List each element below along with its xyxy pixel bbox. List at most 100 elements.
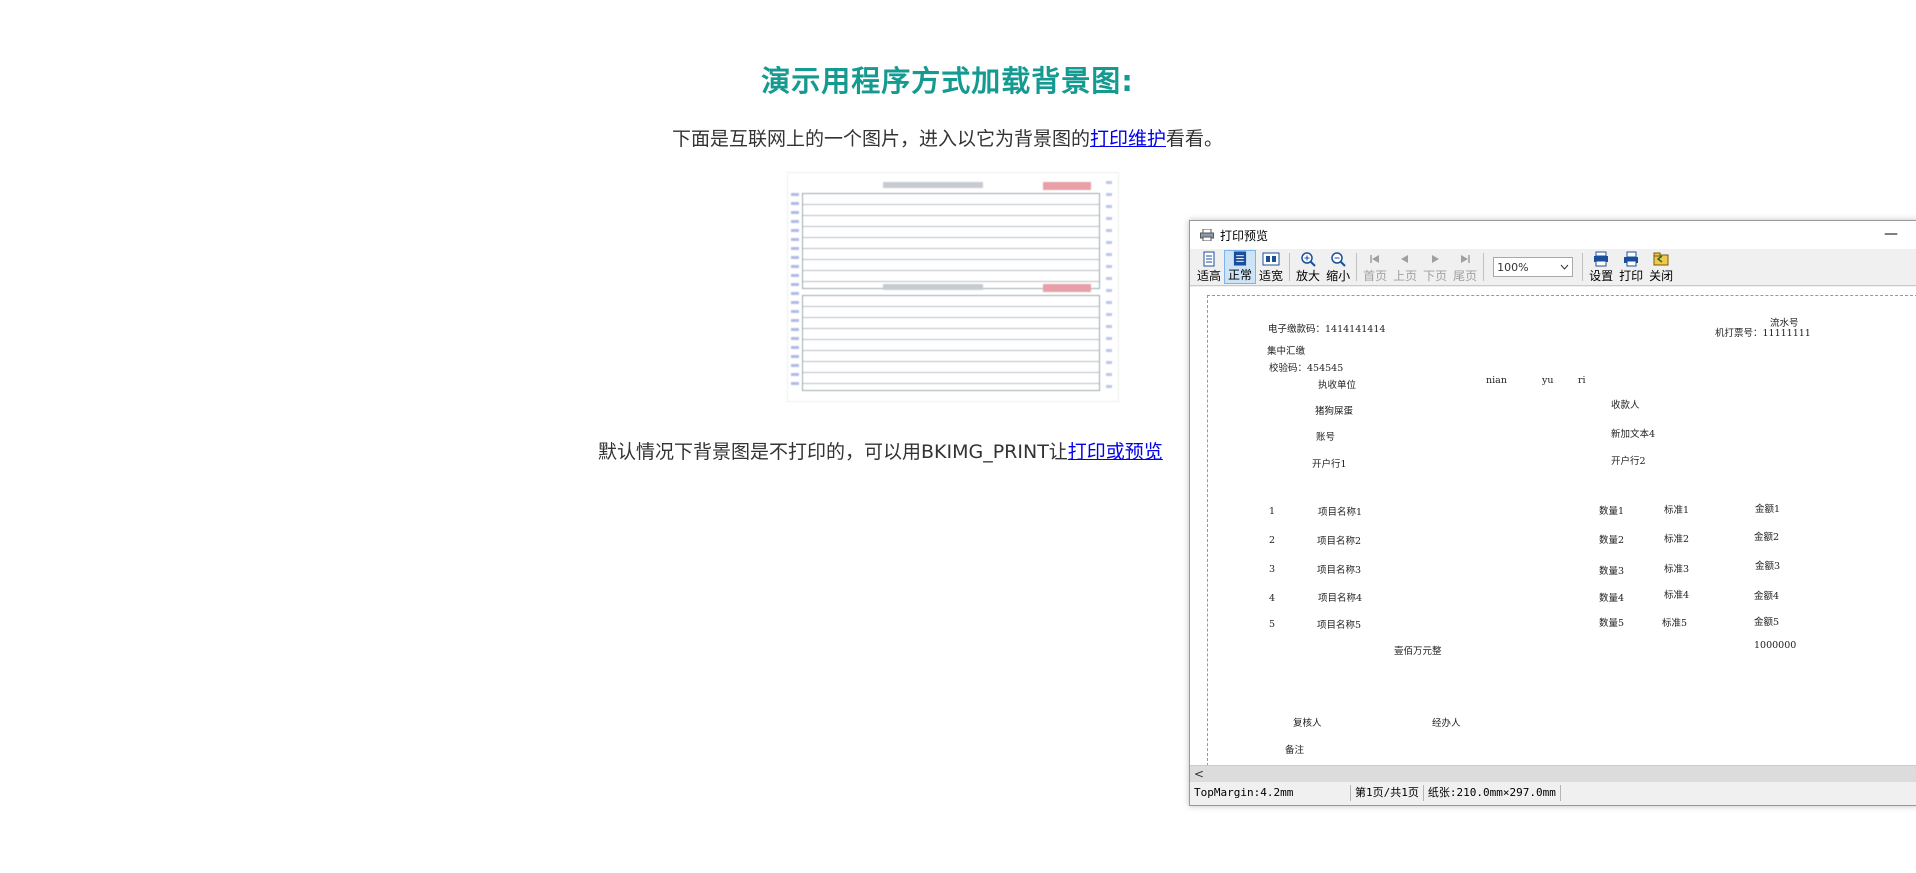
next-page-button[interactable]: 下页	[1420, 250, 1450, 284]
toolbar-separator	[1582, 253, 1584, 281]
date-year: nian	[1486, 375, 1507, 386]
print-maintenance-link[interactable]: 打印维护	[1090, 128, 1166, 150]
fit-height-button[interactable]: 适高	[1194, 250, 1224, 284]
horizontal-scrollbar[interactable]: <	[1190, 765, 1916, 782]
first-page-button[interactable]: 首页	[1360, 250, 1390, 284]
toolbar-separator	[1483, 253, 1485, 281]
extra-text4: 新加文本4	[1611, 429, 1656, 440]
fit-height-label: 适高	[1197, 268, 1222, 283]
e-payment-code: 电子缴款码：1414141414	[1268, 324, 1386, 335]
close-button[interactable]: 关闭	[1646, 250, 1676, 284]
row-std: 标准4	[1664, 590, 1690, 601]
close-label: 关闭	[1649, 268, 1674, 283]
row-no: 5	[1269, 619, 1276, 630]
print-button[interactable]: 打印	[1616, 250, 1646, 284]
print-icon	[1624, 251, 1639, 266]
prev-page-icon	[1401, 254, 1409, 263]
last-page-icon	[1461, 254, 1470, 263]
chevron-down-icon	[1560, 264, 1569, 270]
close-icon	[1653, 252, 1669, 265]
zoom-in-label: 放大	[1296, 268, 1321, 283]
prev-page-button[interactable]: 上页	[1390, 250, 1420, 284]
row-item: 项目名称2	[1317, 536, 1362, 547]
row-amount: 金额3	[1755, 561, 1781, 572]
reviewer: 复核人	[1293, 718, 1322, 729]
row-std: 标准5	[1662, 618, 1688, 629]
row-item: 项目名称3	[1317, 565, 1362, 576]
zoom-out-label: 缩小	[1326, 268, 1351, 283]
intro-before: 下面是互联网上的一个图片，进入以它为背景图的	[671, 128, 1090, 150]
status-paper: 纸张:210.0mm×297.0mm	[1424, 785, 1561, 801]
status-bar: TopMargin:4.2mm 第1页/共1页 纸张:210.0mm×297.0…	[1190, 782, 1916, 804]
row-no: 4	[1269, 593, 1276, 604]
machine-ticket: 机打票号：11111111	[1715, 328, 1811, 339]
normal-size-icon	[1233, 251, 1247, 266]
row-amount: 金额1	[1755, 504, 1781, 515]
payee: 收款人	[1611, 400, 1640, 411]
next-page-icon	[1432, 254, 1440, 263]
window-titlebar[interactable]: 打印预览 —	[1190, 221, 1916, 249]
minimize-button[interactable]: —	[1879, 225, 1903, 245]
date-month: yu	[1542, 375, 1554, 386]
row-item: 项目名称4	[1318, 593, 1363, 604]
print-preview-window: 打印预览 — 适高 正常 适宽 放大 缩小 首页 上页 下页 尾页 100% 设…	[1189, 220, 1916, 806]
zoom-select[interactable]: 100%	[1493, 257, 1574, 277]
status-top-margin: TopMargin:4.2mm	[1190, 785, 1351, 801]
row-std: 标准2	[1664, 534, 1690, 545]
row-item: 项目名称5	[1317, 620, 1362, 631]
status-page: 第1页/共1页	[1351, 785, 1424, 801]
bank1: 开户行1	[1312, 459, 1347, 470]
zoom-out-button[interactable]: 缩小	[1323, 250, 1353, 284]
scroll-left-icon[interactable]: <	[1194, 766, 1204, 782]
row-qty: 数量1	[1599, 506, 1625, 517]
toolbar-separator	[1356, 253, 1358, 281]
total-amount: 1000000	[1754, 640, 1797, 651]
executing-unit: 执收单位	[1318, 380, 1357, 391]
centralized-payment: 集中汇缴	[1267, 346, 1306, 357]
row-no: 3	[1269, 564, 1276, 575]
zoom-out-icon	[1331, 251, 1346, 267]
row-amount: 金额5	[1754, 617, 1780, 628]
row-no: 2	[1269, 535, 1276, 546]
receipt-slip-2	[802, 284, 1100, 391]
preview-toolbar: 适高 正常 适宽 放大 缩小 首页 上页 下页 尾页 100% 设置 打印 关闭	[1190, 249, 1916, 286]
note-before: 默认情况下背景图是不打印的，可以用BKIMG_PRINT让	[598, 441, 1068, 463]
first-page-icon	[1370, 254, 1380, 263]
normal-size-button[interactable]: 正常	[1224, 250, 1257, 284]
last-page-label: 尾页	[1453, 268, 1478, 283]
account: 账号	[1316, 432, 1336, 443]
row-qty: 数量3	[1599, 566, 1625, 577]
setup-label: 设置	[1589, 268, 1614, 283]
handler: 经办人	[1432, 718, 1461, 729]
intro-text: 下面是互联网上的一个图片，进入以它为背景图的打印维护看看。	[0, 124, 1895, 151]
page-title: 演示用程序方式加载背景图:	[761, 64, 1134, 98]
page-setup-icon	[1594, 251, 1609, 266]
check-code: 校验码：454545	[1269, 363, 1344, 374]
image-margin-left	[791, 193, 799, 389]
remarks: 备注	[1285, 745, 1305, 756]
zoom-in-icon	[1301, 251, 1316, 267]
fit-width-icon	[1262, 252, 1280, 265]
first-page-label: 首页	[1363, 268, 1388, 283]
total-in-words: 壹佰万元整	[1394, 646, 1442, 657]
zoom-value: 100%	[1497, 260, 1529, 274]
fit-width-button[interactable]: 适宽	[1256, 250, 1286, 284]
last-page-button[interactable]: 尾页	[1450, 250, 1480, 284]
toolbar-separator	[1289, 253, 1291, 281]
normal-size-label: 正常	[1228, 268, 1253, 282]
print-or-preview-link[interactable]: 打印或预览	[1068, 441, 1163, 463]
row-no: 1	[1269, 506, 1276, 517]
zoom-in-button[interactable]: 放大	[1293, 250, 1323, 284]
window-title: 打印预览	[1220, 228, 1269, 243]
row-std: 标准1	[1664, 505, 1690, 516]
payer-name: 猪狗屎蛋	[1315, 406, 1354, 417]
row-item: 项目名称1	[1318, 507, 1363, 518]
row-qty: 数量2	[1599, 535, 1625, 546]
prev-page-label: 上页	[1393, 268, 1418, 283]
printer-icon	[1200, 229, 1214, 241]
preview-canvas[interactable]: 电子缴款码：1414141414 流水号 机打票号：11111111 集中汇缴 …	[1190, 287, 1916, 765]
row-amount: 金额2	[1754, 532, 1780, 543]
receipt-slip-1	[802, 182, 1100, 289]
fit-height-icon	[1203, 251, 1215, 266]
setup-button[interactable]: 设置	[1586, 250, 1616, 284]
